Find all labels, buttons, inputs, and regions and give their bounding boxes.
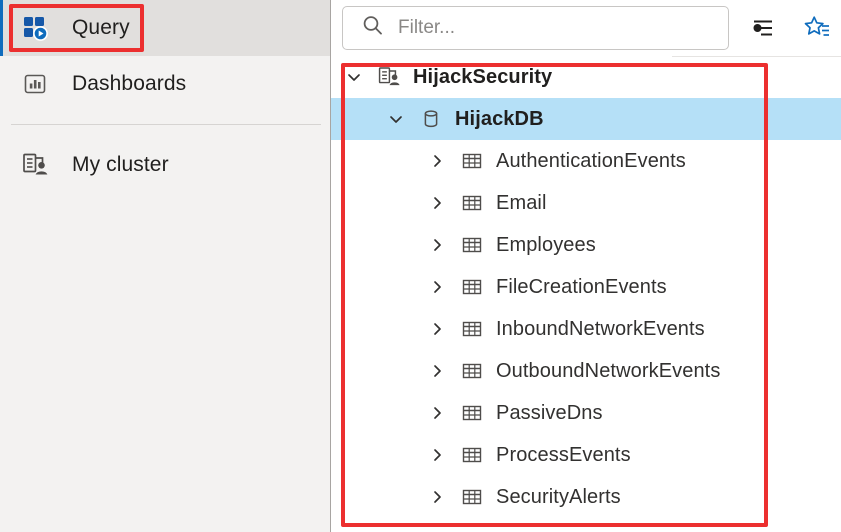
- filter-input[interactable]: [398, 17, 698, 39]
- chevron-down-icon[interactable]: [341, 64, 367, 90]
- tree-label-table: OutboundNetworkEvents: [496, 359, 721, 382]
- tree-label-table: AuthenticationEvents: [496, 149, 686, 172]
- tree-label-table: Email: [496, 191, 547, 214]
- tree-label-table: InboundNetworkEvents: [496, 317, 705, 340]
- table-grid-icon: [459, 190, 485, 216]
- chevron-right-icon[interactable]: [424, 232, 450, 258]
- tree-label-database: HijackDB: [455, 107, 544, 130]
- query-grid-play-icon: [20, 13, 50, 43]
- chevron-right-icon[interactable]: [424, 484, 450, 510]
- chevron-right-icon[interactable]: [424, 442, 450, 468]
- sidebar-item-query[interactable]: Query: [0, 0, 330, 56]
- star-favorites-icon[interactable]: [797, 8, 837, 48]
- dashboard-bar-chart-icon: [20, 69, 50, 99]
- filter-search-box[interactable]: [342, 6, 729, 50]
- schema-tree: HijackSecurity HijackDB AuthenticationEv…: [331, 56, 841, 518]
- sidebar-divider: [11, 124, 321, 125]
- sidebar-item-label-query: Query: [72, 16, 130, 39]
- tree-label-table: Employees: [496, 233, 596, 256]
- table-grid-icon: [459, 232, 485, 258]
- tree-label-cluster: HijackSecurity: [413, 65, 553, 88]
- cluster-user-icon: [376, 64, 402, 90]
- chevron-right-icon[interactable]: [424, 274, 450, 300]
- toolbar: [331, 0, 841, 56]
- tree-node-database[interactable]: HijackDB: [331, 98, 841, 140]
- tree-node-table[interactable]: AuthenticationEvents: [331, 140, 841, 182]
- main-panel: HijackSecurity HijackDB: [331, 0, 841, 532]
- table-grid-icon: [459, 148, 485, 174]
- table-grid-icon: [459, 442, 485, 468]
- table-grid-icon: [459, 358, 485, 384]
- tree-label-table: SecurityAlerts: [496, 485, 621, 508]
- cluster-user-icon: [20, 150, 50, 180]
- chevron-down-icon[interactable]: [383, 106, 409, 132]
- tree-node-table[interactable]: InboundNetworkEvents: [331, 308, 841, 350]
- chevron-right-icon[interactable]: [424, 358, 450, 384]
- table-grid-icon: [459, 316, 485, 342]
- sidebar-item-label-my-cluster: My cluster: [72, 153, 169, 176]
- database-cylinder-icon: [418, 106, 444, 132]
- table-grid-icon: [459, 400, 485, 426]
- tree-label-table: PassiveDns: [496, 401, 603, 424]
- tree-node-table[interactable]: ProcessEvents: [331, 434, 841, 476]
- chevron-right-icon[interactable]: [424, 316, 450, 342]
- sidebar-item-dashboards[interactable]: Dashboards: [0, 56, 330, 112]
- sidebar-item-my-cluster[interactable]: My cluster: [0, 137, 330, 193]
- tree-node-table[interactable]: FileCreationEvents: [331, 266, 841, 308]
- tree-node-table[interactable]: Employees: [331, 224, 841, 266]
- tree-node-table[interactable]: PassiveDns: [331, 392, 841, 434]
- tree-label-table: ProcessEvents: [496, 443, 631, 466]
- tree-label-table: FileCreationEvents: [496, 275, 667, 298]
- left-sidebar: Query Dashboards My cluster: [0, 0, 331, 532]
- table-grid-icon: [459, 274, 485, 300]
- tree-node-table[interactable]: Email: [331, 182, 841, 224]
- sidebar-item-label-dashboards: Dashboards: [72, 72, 187, 95]
- table-grid-icon: [459, 484, 485, 510]
- filter-settings-icon[interactable]: [743, 8, 783, 48]
- app-root: Query Dashboards My cluster Filter... Hi…: [0, 0, 841, 532]
- tree-node-table[interactable]: SecurityAlerts: [331, 476, 841, 518]
- chevron-right-icon[interactable]: [424, 148, 450, 174]
- search-icon: [361, 14, 384, 42]
- tree-node-table[interactable]: OutboundNetworkEvents: [331, 350, 841, 392]
- tree-node-cluster[interactable]: HijackSecurity: [331, 56, 841, 98]
- chevron-right-icon[interactable]: [424, 190, 450, 216]
- chevron-right-icon[interactable]: [424, 400, 450, 426]
